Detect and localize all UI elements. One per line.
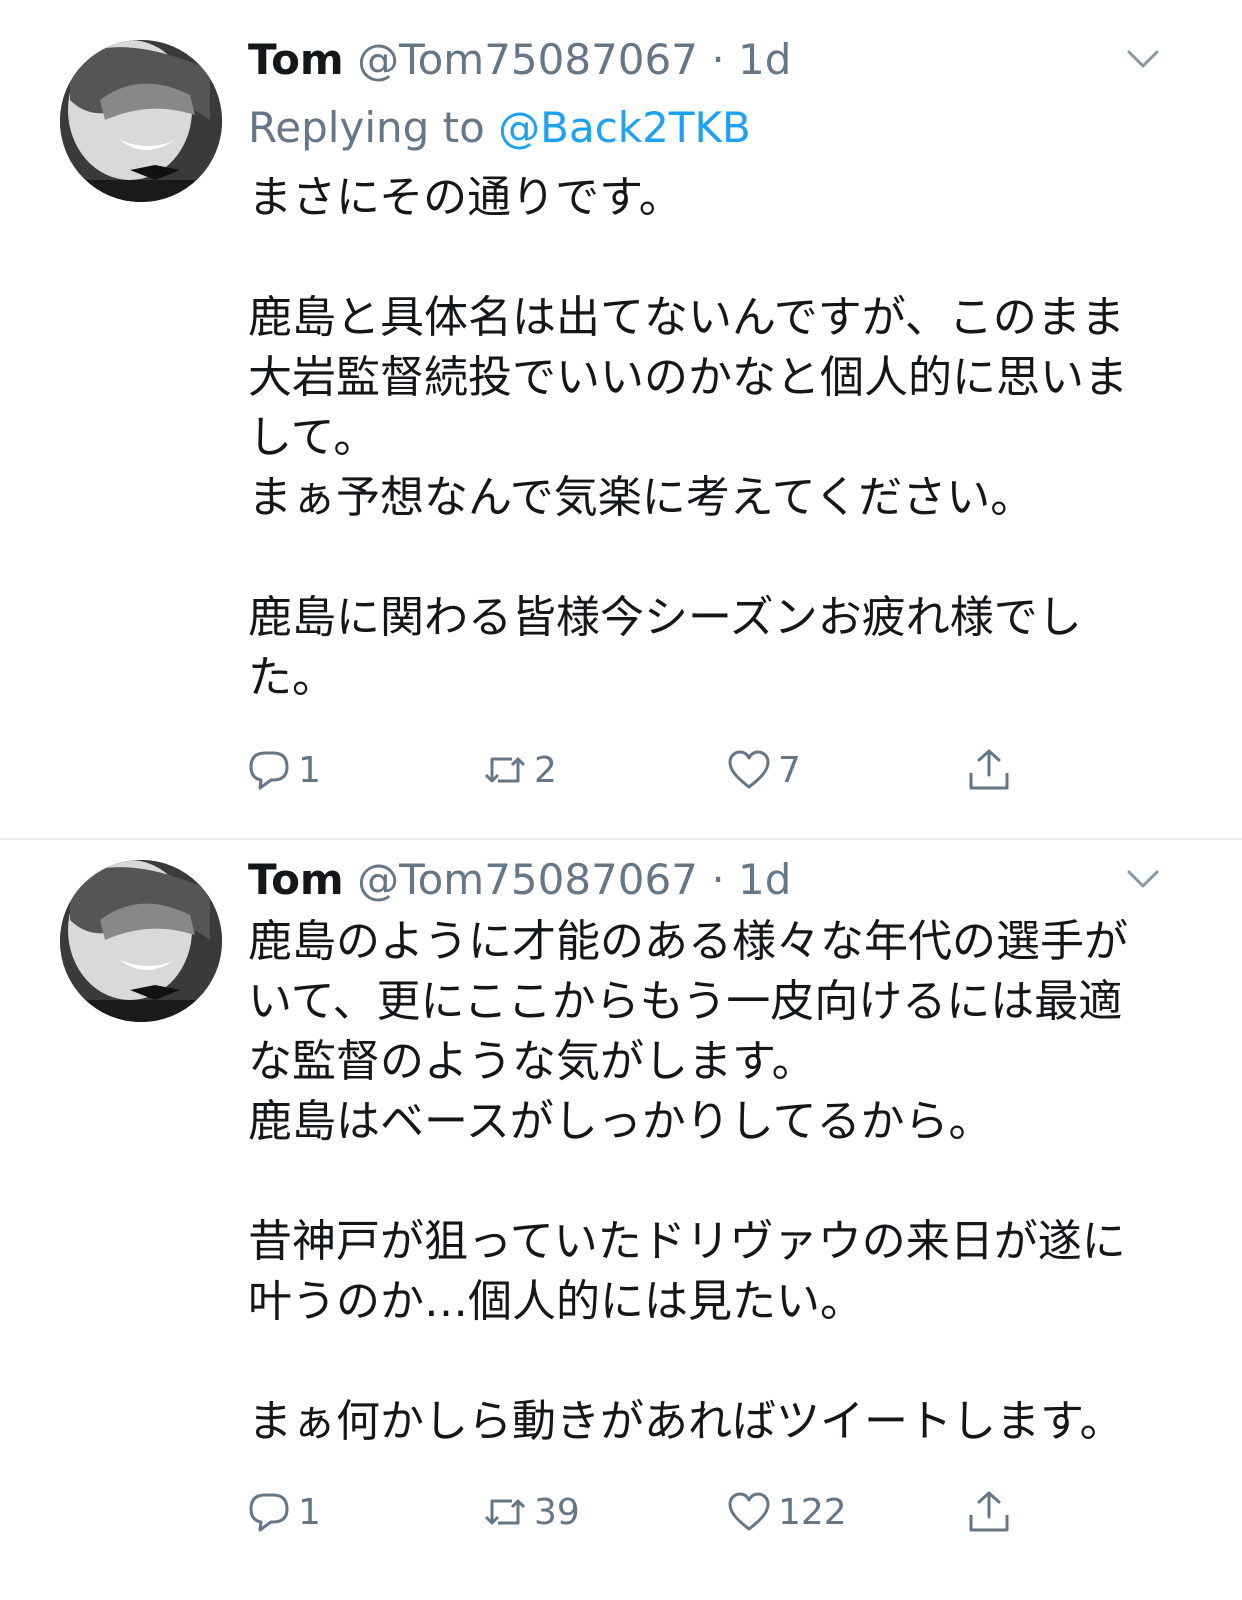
tweet-actions: 1 2 7	[246, 740, 1046, 800]
tweet-text-line: まさにその通りです。	[248, 172, 683, 223]
tweet-header: Tom @Tom75087067 · 1d	[248, 30, 791, 90]
timestamp[interactable]: 1d	[738, 35, 791, 84]
retweet-icon	[484, 1499, 526, 1525]
tweet-header: Tom @Tom75087067 · 1d	[248, 850, 791, 910]
replying-to: Replying to @Back2TKB	[248, 98, 751, 158]
tweet-text-line: 鹿島のように才能のある様々な年代の選手が	[248, 916, 1128, 967]
tweet[interactable]: Tom @Tom75087067 · 1d 鹿島のように才能のある様々な年代の選…	[0, 842, 1242, 1600]
tweet-text-line: 鹿島はベースがしっかりしてるから。	[248, 1096, 993, 1147]
share-button[interactable]	[966, 1482, 1018, 1542]
tweet-text-line	[248, 1332, 1148, 1392]
tweet-actions: 1 39 122	[246, 1482, 1046, 1542]
tweet-text-line: まぁ何かしら動きがあればツイートします。	[248, 1396, 1124, 1447]
like-count: 7	[778, 749, 801, 791]
reply-bubble-icon	[249, 1493, 289, 1532]
display-name[interactable]: Tom	[248, 855, 344, 904]
share-icon	[969, 749, 1009, 790]
separator-dot: ·	[711, 35, 725, 84]
avatar[interactable]	[60, 40, 222, 202]
reply-button[interactable]: 1	[246, 740, 321, 800]
like-button[interactable]: 7	[726, 740, 801, 800]
like-count: 122	[778, 1491, 847, 1533]
reply-bubble-icon	[249, 751, 289, 790]
share-button[interactable]	[966, 740, 1018, 800]
replying-to-label: Replying to	[248, 103, 485, 152]
tweet-text-line: 鹿島と具体名は出てないんですが、このまま	[248, 292, 1125, 343]
tweet-text-line	[248, 528, 1148, 588]
tweet-text-line: た。	[248, 652, 336, 703]
heart-icon	[728, 1492, 770, 1531]
display-name[interactable]: Tom	[248, 35, 344, 84]
reply-button[interactable]: 1	[246, 1482, 321, 1542]
tweet-text-line: いて、更にここからもう一皮向けるには最適	[248, 976, 1123, 1027]
timestamp[interactable]: 1d	[738, 855, 791, 904]
user-handle[interactable]: @Tom75087067	[357, 35, 698, 84]
tweet[interactable]: Tom @Tom75087067 · 1d Replying to @Back2…	[0, 0, 1242, 840]
retweet-count: 2	[534, 749, 557, 791]
heart-icon	[728, 750, 770, 789]
mention-link[interactable]: @Back2TKB	[498, 103, 751, 152]
share-icon	[969, 1491, 1009, 1532]
separator-dot: ·	[711, 855, 725, 904]
tweet-text-line: して。	[248, 412, 378, 463]
user-handle[interactable]: @Tom75087067	[357, 855, 698, 904]
tweet-text: 鹿島のように才能のある様々な年代の選手が いて、更にここからもう一皮向けるには最…	[248, 912, 1148, 1452]
retweet-count: 39	[534, 1491, 580, 1533]
reply-count: 1	[298, 1491, 321, 1533]
like-button[interactable]: 122	[726, 1482, 847, 1542]
reply-count: 1	[298, 749, 321, 791]
retweet-button[interactable]: 39	[482, 1482, 580, 1542]
chevron-down-icon[interactable]	[1126, 48, 1160, 70]
tweet-text-line: な監督のような気がします。	[248, 1036, 816, 1087]
retweet-icon	[484, 757, 526, 783]
tweet-text-line: 大岩監督続投でいいのかなと個人的に思いま	[248, 352, 1128, 403]
tweet-text-line: 叶うのか…個人的には見たい。	[248, 1276, 864, 1327]
avatar-photo	[60, 860, 222, 1022]
tweet-text: まさにその通りです。 鹿島と具体名は出てないんですが、このまま 大岩監督続投でい…	[248, 168, 1148, 708]
tweet-text-line: まぁ予想なんで気楽に考えてください。	[248, 472, 1035, 523]
chevron-down-icon[interactable]	[1126, 868, 1160, 890]
tweet-text-line	[248, 1152, 1148, 1212]
tweet-text-line	[248, 228, 1148, 288]
avatar[interactable]	[60, 860, 222, 1022]
tweet-text-line: 昔神戸が狙っていたドリヴァウの来日が遂に	[248, 1216, 1126, 1267]
tweet-text-line: 鹿島に関わる皆様今シーズンお疲れ様でし	[248, 592, 1082, 643]
avatar-photo	[60, 40, 222, 202]
retweet-button[interactable]: 2	[482, 740, 557, 800]
